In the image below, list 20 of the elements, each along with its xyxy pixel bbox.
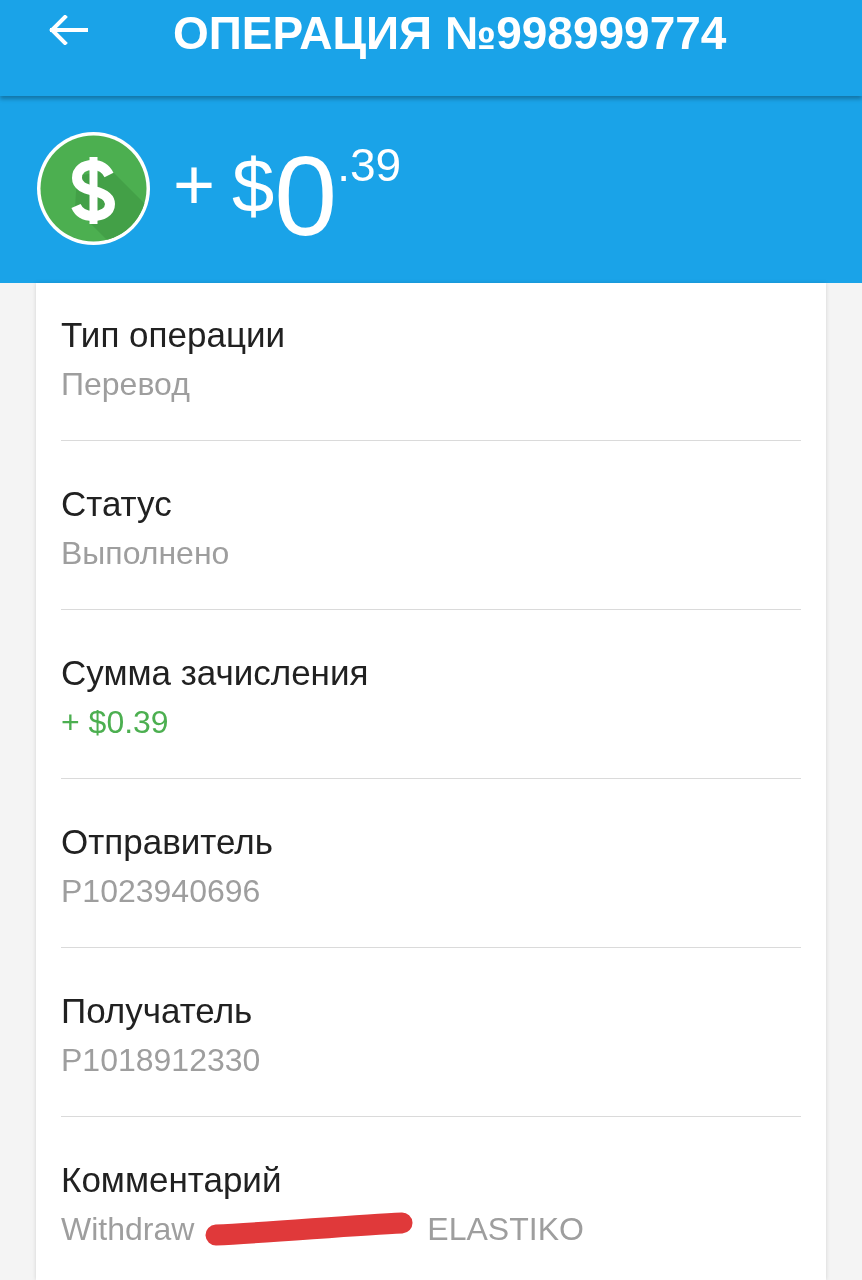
comment-text: Withdraw — [61, 1210, 195, 1248]
amount-fraction: .39 — [337, 142, 402, 188]
detail-value: Перевод — [61, 365, 191, 403]
amount-currency: $ — [232, 148, 275, 224]
detail-value: P1023940696 — [61, 872, 262, 910]
amount-sign: + — [173, 148, 216, 220]
detail-label: Получатель — [61, 991, 254, 1031]
amount-integer: 0 — [274, 140, 338, 253]
detail-value: Выполнено — [61, 534, 231, 572]
back-arrow-icon — [48, 15, 88, 45]
back-button[interactable] — [48, 15, 88, 45]
detail-value: + $0.39 — [61, 703, 170, 741]
detail-label: Тип операции — [61, 315, 287, 355]
detail-label: Отправитель — [61, 822, 274, 862]
detail-label: Статус — [61, 484, 173, 524]
comment-text: ELASTIKO — [427, 1210, 584, 1248]
detail-value: P1018912330 — [61, 1041, 262, 1079]
detail-label: Комментарий — [61, 1160, 283, 1200]
dollar-coin-icon — [37, 132, 150, 245]
detail-label: Сумма зачисления — [61, 653, 370, 693]
